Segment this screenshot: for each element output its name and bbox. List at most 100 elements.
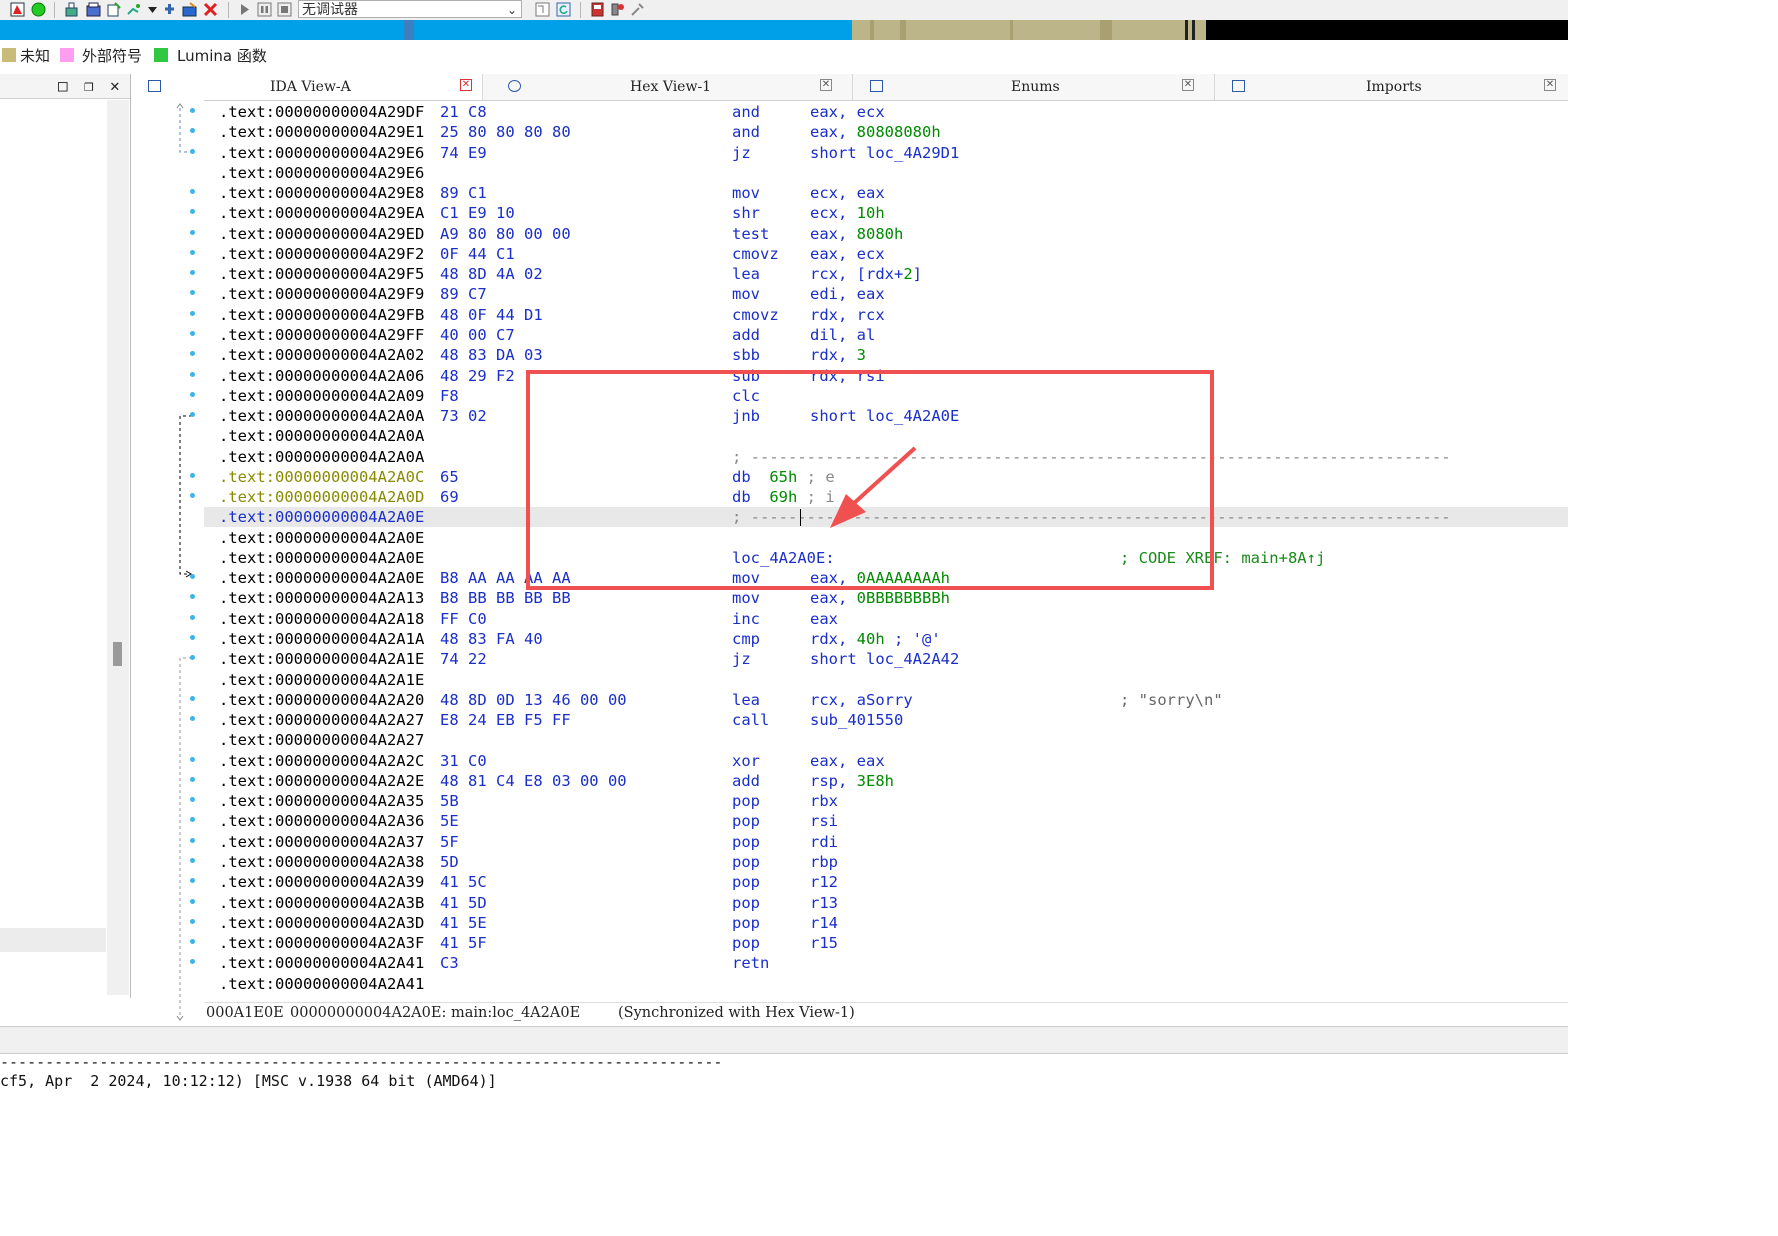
listing-row[interactable]: .text:00000000004A2A27 bbox=[204, 730, 1568, 750]
breakpoint-dot[interactable] bbox=[190, 857, 195, 863]
listing-row[interactable]: .text:00000000004A2A41 C3 retn bbox=[204, 953, 1568, 973]
debugger-select[interactable]: 无调试器 ⌄ bbox=[298, 0, 522, 18]
struct-icon[interactable] bbox=[126, 2, 141, 17]
tab-enums[interactable]: Enums ✕ bbox=[854, 74, 1215, 100]
listing-row[interactable]: .text:00000000004A2A3B 41 5D pop r13 bbox=[204, 893, 1568, 913]
breakpoint-dot[interactable] bbox=[190, 918, 195, 924]
breakpoint-dot[interactable] bbox=[190, 249, 195, 255]
listing-row[interactable]: .text:00000000004A29F5 48 8D 4A 02 lea rcx,… bbox=[204, 264, 1568, 284]
listing-row[interactable]: .text:00000000004A2A37 5F pop rdi bbox=[204, 832, 1568, 852]
close-icon[interactable]: ✕ bbox=[110, 76, 120, 95]
listing-row[interactable]: .text:00000000004A29FB 48 0F 44 D1 cmovz rd… bbox=[204, 305, 1568, 325]
listing-row[interactable]: .text:00000000004A2A1A 48 83 FA 40 cmp rdx,… bbox=[204, 629, 1568, 649]
listing-row[interactable]: .text:00000000004A29E1 25 80 80 80 80 and e… bbox=[204, 122, 1568, 142]
breakpoint-dot[interactable] bbox=[190, 108, 195, 113]
listing-row[interactable]: .text:00000000004A2A3F 41 5F pop r15 bbox=[204, 933, 1568, 953]
refresh-icon[interactable] bbox=[556, 2, 571, 17]
operands[interactable]: ecx, 10h bbox=[810, 203, 885, 223]
breakpoint-dot[interactable] bbox=[190, 776, 195, 782]
play-icon[interactable] bbox=[237, 2, 252, 17]
restore-icon[interactable]: ❐ bbox=[84, 76, 94, 95]
listing-row[interactable]: .text:00000000004A2A20 48 8D 0D 13 46 00 … bbox=[204, 690, 1568, 710]
operands[interactable]: rdx, 3 bbox=[810, 345, 866, 365]
listing-row[interactable]: .text:00000000004A2A02 48 83 DA 03 sbb rdx,… bbox=[204, 345, 1568, 365]
tab-hex-view-1[interactable]: Hex View-1 ✕ bbox=[492, 74, 853, 100]
book-icon[interactable] bbox=[590, 2, 605, 17]
operands[interactable]: ecx, eax bbox=[810, 183, 885, 203]
listing-row[interactable]: .text:00000000004A2A2C 31 C0 xor eax, eax bbox=[204, 751, 1568, 771]
operands[interactable]: rdx, 40h ; '@' bbox=[810, 629, 941, 649]
listing-row[interactable]: .text:00000000004A29FF 40 00 C7 add dil, al bbox=[204, 325, 1568, 345]
listing-row[interactable]: .text:00000000004A2A1E 74 22 jz short loc_4… bbox=[204, 649, 1568, 669]
close-icon[interactable]: ✕ bbox=[820, 79, 832, 91]
operands[interactable]: eax, eax bbox=[810, 751, 885, 771]
step-icon[interactable] bbox=[535, 2, 550, 17]
listing-row[interactable]: .text:00000000004A29E6 74 E9 jz short loc_4… bbox=[204, 143, 1568, 163]
down-icon[interactable] bbox=[145, 2, 160, 17]
operands[interactable]: sub_401550 bbox=[810, 710, 903, 730]
listing-row[interactable]: .text:00000000004A2A1E bbox=[204, 670, 1568, 690]
breakpoint-dot[interactable] bbox=[190, 614, 195, 620]
listing-row[interactable]: .text:00000000004A2A39 41 5C pop r12 bbox=[204, 872, 1568, 892]
breakpoint-dot[interactable] bbox=[190, 635, 195, 641]
breakpoint-dot[interactable] bbox=[190, 472, 195, 478]
close-icon[interactable]: ✕ bbox=[1544, 79, 1556, 91]
func-icon[interactable] bbox=[106, 2, 121, 17]
listing-row[interactable]: .text:00000000004A29E8 89 C1 mov ecx, eax bbox=[204, 183, 1568, 203]
operands[interactable]: r12 bbox=[810, 872, 838, 892]
operands[interactable]: short loc_4A2A42 bbox=[810, 649, 959, 669]
breakpoint-dot[interactable] bbox=[190, 148, 195, 154]
maximize-icon[interactable]: □ bbox=[58, 76, 68, 95]
listing-row[interactable]: .text:00000000004A2A27 E8 24 EB F5 FF call… bbox=[204, 710, 1568, 730]
breakpoint-dot[interactable] bbox=[190, 310, 195, 316]
listing-row[interactable]: .text:00000000004A2A36 5E pop rsi bbox=[204, 811, 1568, 831]
stop-icon[interactable] bbox=[277, 2, 292, 17]
operands[interactable]: rbp bbox=[810, 852, 838, 872]
tab-imports[interactable]: Imports ✕ bbox=[1216, 74, 1568, 100]
operands[interactable]: short loc_4A29D1 bbox=[810, 143, 959, 163]
listing-row[interactable]: .text:00000000004A2A3D 41 5E pop r14 bbox=[204, 913, 1568, 933]
net-icon[interactable] bbox=[610, 2, 625, 17]
breakpoint-dot[interactable] bbox=[190, 837, 195, 843]
operands[interactable]: rdi bbox=[810, 832, 838, 852]
list-item[interactable] bbox=[0, 928, 106, 952]
breakpoint-dot[interactable] bbox=[190, 371, 195, 377]
functions-scrollbar[interactable] bbox=[107, 100, 129, 995]
tab-ida-view-a[interactable]: IDA View-A ✕ bbox=[132, 74, 483, 100]
map-icon[interactable] bbox=[10, 2, 25, 17]
operands[interactable]: r14 bbox=[810, 913, 838, 933]
run-icon[interactable] bbox=[31, 2, 46, 17]
listing-row[interactable]: .text:00000000004A29ED A9 80 80 00 00 test… bbox=[204, 224, 1568, 244]
breakpoint-dot[interactable] bbox=[190, 695, 195, 701]
close-icon[interactable]: ✕ bbox=[460, 79, 472, 91]
operands[interactable]: dil, al bbox=[810, 325, 875, 345]
listing-row[interactable]: .text:00000000004A29E6 bbox=[204, 163, 1568, 183]
listing-row[interactable]: .text:00000000004A29DF 21 C8 and eax, ecx bbox=[204, 102, 1568, 122]
operands[interactable]: rcx, [rdx+2] bbox=[810, 264, 922, 284]
operands[interactable]: rcx, aSorry bbox=[810, 690, 913, 710]
operands[interactable]: eax, ecx bbox=[810, 102, 885, 122]
operands[interactable]: rdx, rcx bbox=[810, 305, 885, 325]
operands[interactable]: r15 bbox=[810, 933, 838, 953]
breakpoint-dot[interactable] bbox=[190, 391, 195, 397]
operands[interactable]: eax, ecx bbox=[810, 244, 885, 264]
xref-comment[interactable]: ; "sorry\n" bbox=[1120, 690, 1223, 710]
settings-icon[interactable] bbox=[630, 2, 645, 17]
operands[interactable]: eax, 80808080h bbox=[810, 122, 941, 142]
listing-row[interactable]: .text:00000000004A2A18 FF C0 inc eax bbox=[204, 609, 1568, 629]
breakpoint-dot[interactable] bbox=[190, 756, 195, 762]
operands[interactable]: edi, eax bbox=[810, 284, 885, 304]
close-icon[interactable]: ✕ bbox=[1182, 79, 1194, 91]
breakpoint-dot[interactable] bbox=[190, 898, 195, 904]
nav-code-segment[interactable] bbox=[0, 20, 852, 40]
graph-icon[interactable] bbox=[182, 2, 197, 17]
close-red-icon[interactable] bbox=[203, 2, 218, 17]
listing-row[interactable]: .text:00000000004A2A38 5D pop rbp bbox=[204, 852, 1568, 872]
listing-row[interactable]: .text:00000000004A29F2 0F 44 C1 cmovz eax, … bbox=[204, 244, 1568, 264]
navigation-band[interactable] bbox=[0, 20, 1568, 40]
operands[interactable]: eax bbox=[810, 609, 838, 629]
operands[interactable]: rsp, 3E8h bbox=[810, 771, 894, 791]
listing-row[interactable]: .text:00000000004A2A13 B8 BB BB BB BB mov e… bbox=[204, 588, 1568, 608]
nav-unexplored-segment[interactable] bbox=[1206, 20, 1568, 40]
breakpoint-dot[interactable] bbox=[190, 229, 195, 235]
